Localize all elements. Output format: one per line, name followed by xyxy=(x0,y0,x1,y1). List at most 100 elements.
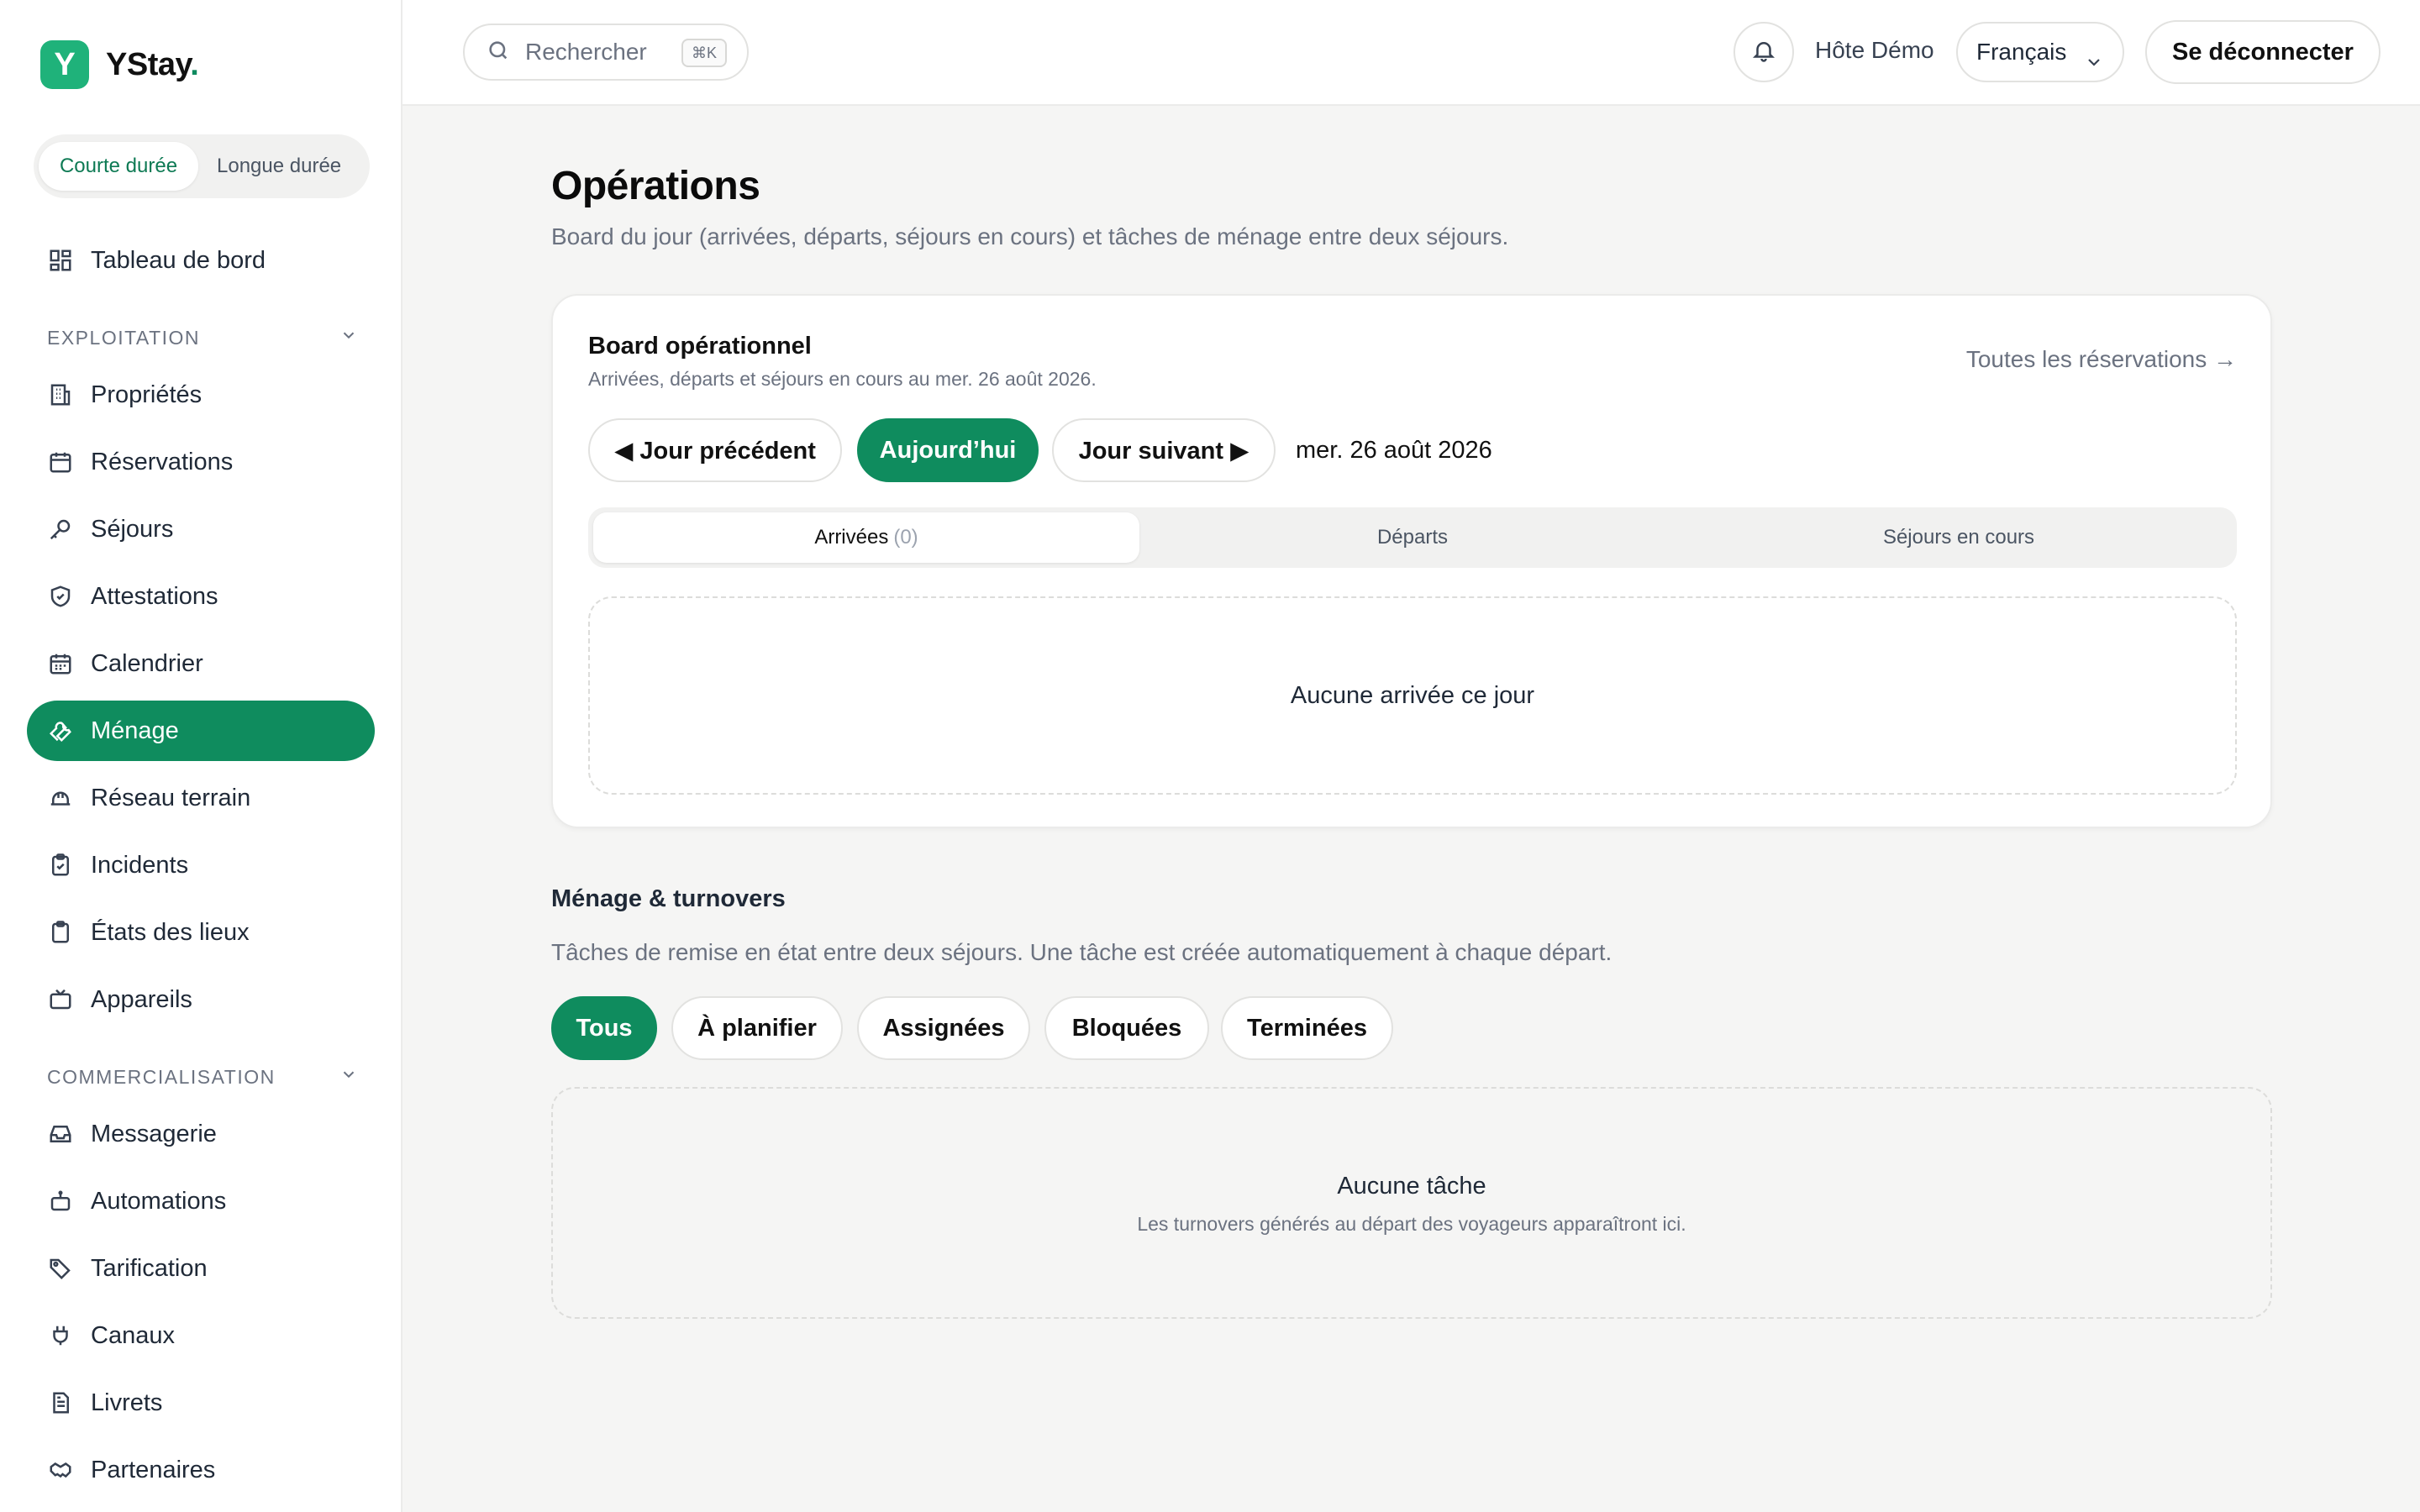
sidebar-item-messaging[interactable]: Messagerie xyxy=(27,1104,375,1164)
sidebar-item-devices[interactable]: Appareils xyxy=(27,969,375,1030)
language-value: Français xyxy=(1976,39,2067,65)
empty-description: Les turnovers générés au départ des voya… xyxy=(1137,1213,1686,1235)
tab-arrivals[interactable]: Arrivées (0) xyxy=(593,512,1139,563)
tasks-empty-state: Aucune tâche Les turnovers générés au dé… xyxy=(551,1087,2272,1319)
mode-short-term-button[interactable]: Courte durée xyxy=(39,142,198,191)
sidebar-item-label: Attestations xyxy=(91,582,218,610)
building-icon xyxy=(47,381,74,408)
sidebar-item-label: États des lieux xyxy=(91,918,250,946)
chevron-down-icon xyxy=(339,326,358,349)
logout-button[interactable]: Se déconnecter xyxy=(2145,20,2381,84)
sidebar-item-label: Réservations xyxy=(91,448,234,475)
sidebar-item-label: Livrets xyxy=(91,1389,163,1416)
sidebar-item-label: Propriétés xyxy=(91,381,203,408)
sidebar-item-label: Séjours xyxy=(91,515,174,543)
tab-label: Départs xyxy=(1376,526,1449,549)
plug-icon xyxy=(47,1322,74,1349)
sidebar-item-channels[interactable]: Canaux xyxy=(27,1305,375,1366)
tab-count: (0) xyxy=(893,526,918,549)
shortcut-badge: ⌘K xyxy=(681,39,727,67)
tab-label: Arrivées xyxy=(814,526,889,549)
section-exploitation[interactable]: EXPLOITATION xyxy=(47,326,358,349)
section-commercialisation[interactable]: COMMERCIALISATION xyxy=(47,1065,358,1089)
previous-day-button[interactable]: ◀ Jour précédent xyxy=(588,418,842,482)
sidebar-item-certificates[interactable]: Attestations xyxy=(27,566,375,627)
clipboard-icon xyxy=(47,919,74,946)
sidebar-item-label: Appareils xyxy=(91,985,192,1013)
shield-check-icon xyxy=(47,583,74,610)
sidebar: Y YStay. Courte durée Longue durée Table… xyxy=(0,0,402,1512)
file-text-icon xyxy=(47,1389,74,1416)
turnovers-subtitle: Tâches de remise en état entre deux séjo… xyxy=(551,939,1612,965)
filter-to-plan[interactable]: À planifier xyxy=(671,996,843,1060)
wrench-icon xyxy=(47,717,74,744)
calendar-grid-icon xyxy=(47,650,74,677)
sidebar-item-label: Calendrier xyxy=(91,649,203,677)
sidebar-item-cleaning[interactable]: Ménage xyxy=(27,701,375,761)
tab-label: Séjours en cours xyxy=(1882,526,2035,549)
bot-icon xyxy=(47,1188,74,1215)
sidebar-item-inventories[interactable]: États des lieux xyxy=(27,902,375,963)
brand-name: YStay. xyxy=(106,46,199,82)
sidebar-item-label: Automations xyxy=(91,1187,227,1215)
filter-completed[interactable]: Terminées xyxy=(1221,996,1393,1060)
chevron-down-icon xyxy=(339,1065,358,1089)
sidebar-item-automations[interactable]: Automations xyxy=(27,1171,375,1231)
sidebar-item-calendar[interactable]: Calendrier xyxy=(27,633,375,694)
filter-blocked[interactable]: Bloquées xyxy=(1044,996,1209,1060)
notifications-button[interactable] xyxy=(1733,22,1794,82)
empty-title: Aucune tâche xyxy=(1337,1173,1486,1200)
brand-logo[interactable]: Y YStay. xyxy=(40,40,199,89)
calendar-icon xyxy=(47,449,74,475)
sidebar-item-label: Tarification xyxy=(91,1254,208,1282)
sidebar-item-dashboard[interactable]: Tableau de bord xyxy=(27,230,375,291)
sidebar-item-label: Partenaires xyxy=(91,1456,216,1483)
section-label: COMMERCIALISATION xyxy=(47,1065,276,1088)
user-name[interactable]: Hôte Démo xyxy=(1815,37,1934,64)
inbox-icon xyxy=(47,1121,74,1147)
topbar: Rechercher ⌘K Hôte Démo Français Se déco… xyxy=(402,0,2420,106)
arrivals-empty-state: Aucune arrivée ce jour xyxy=(588,596,2237,795)
search-icon xyxy=(487,39,510,66)
search-input[interactable]: Rechercher ⌘K xyxy=(463,24,749,81)
tab-departures[interactable]: Départs xyxy=(1139,512,1686,563)
sidebar-item-booklets[interactable]: Livrets xyxy=(27,1373,375,1433)
all-reservations-link[interactable]: Toutes les réservations → xyxy=(1966,346,2237,373)
turnovers-title: Ménage & turnovers xyxy=(551,885,786,912)
sidebar-item-incidents[interactable]: Incidents xyxy=(27,835,375,895)
mode-switch: Courte durée Longue durée xyxy=(34,134,370,198)
dashboard-icon xyxy=(47,247,74,274)
tab-ongoing-stays[interactable]: Séjours en cours xyxy=(1686,512,2232,563)
search-placeholder: Rechercher xyxy=(525,39,647,65)
language-select[interactable]: Français xyxy=(1956,22,2124,82)
filter-all[interactable]: Tous xyxy=(551,996,657,1060)
next-day-button[interactable]: Jour suivant ▶ xyxy=(1052,418,1276,482)
board-tabs: Arrivées (0) Départs Séjours en cours xyxy=(588,507,2237,568)
sidebar-item-field-network[interactable]: Réseau terrain xyxy=(27,768,375,828)
tv-icon xyxy=(47,986,74,1013)
sidebar-item-label: Réseau terrain xyxy=(91,784,251,811)
logo-mark: Y xyxy=(40,40,89,89)
clipboard-check-icon xyxy=(47,852,74,879)
sidebar-item-partners[interactable]: Partenaires xyxy=(27,1440,375,1500)
today-button[interactable]: Aujourd’hui xyxy=(857,418,1039,482)
handshake-icon xyxy=(47,1457,74,1483)
tags-icon xyxy=(47,1255,74,1282)
filter-assigned[interactable]: Assignées xyxy=(857,996,1030,1060)
mode-long-term-button[interactable]: Longue durée xyxy=(198,142,360,191)
sidebar-item-stays[interactable]: Séjours xyxy=(27,499,375,559)
bell-icon xyxy=(1751,38,1776,67)
board-title: Board opérationnel xyxy=(588,333,812,360)
sidebar-item-reservations[interactable]: Réservations xyxy=(27,432,375,492)
sidebar-item-label: Canaux xyxy=(91,1321,175,1349)
sidebar-item-pricing[interactable]: Tarification xyxy=(27,1238,375,1299)
board-subtitle: Arrivées, départs et séjours en cours au… xyxy=(588,368,1097,390)
page-subtitle: Board du jour (arrivées, départs, séjour… xyxy=(551,223,1509,249)
current-date: mer. 26 août 2026 xyxy=(1296,437,1492,464)
sidebar-item-label: Tableau de bord xyxy=(91,246,266,274)
operations-board: Board opérationnel Arrivées, départs et … xyxy=(551,294,2272,828)
hard-hat-icon xyxy=(47,785,74,811)
sidebar-item-properties[interactable]: Propriétés xyxy=(27,365,375,425)
page-title: Opérations xyxy=(551,164,760,208)
sidebar-item-label: Messagerie xyxy=(91,1120,217,1147)
